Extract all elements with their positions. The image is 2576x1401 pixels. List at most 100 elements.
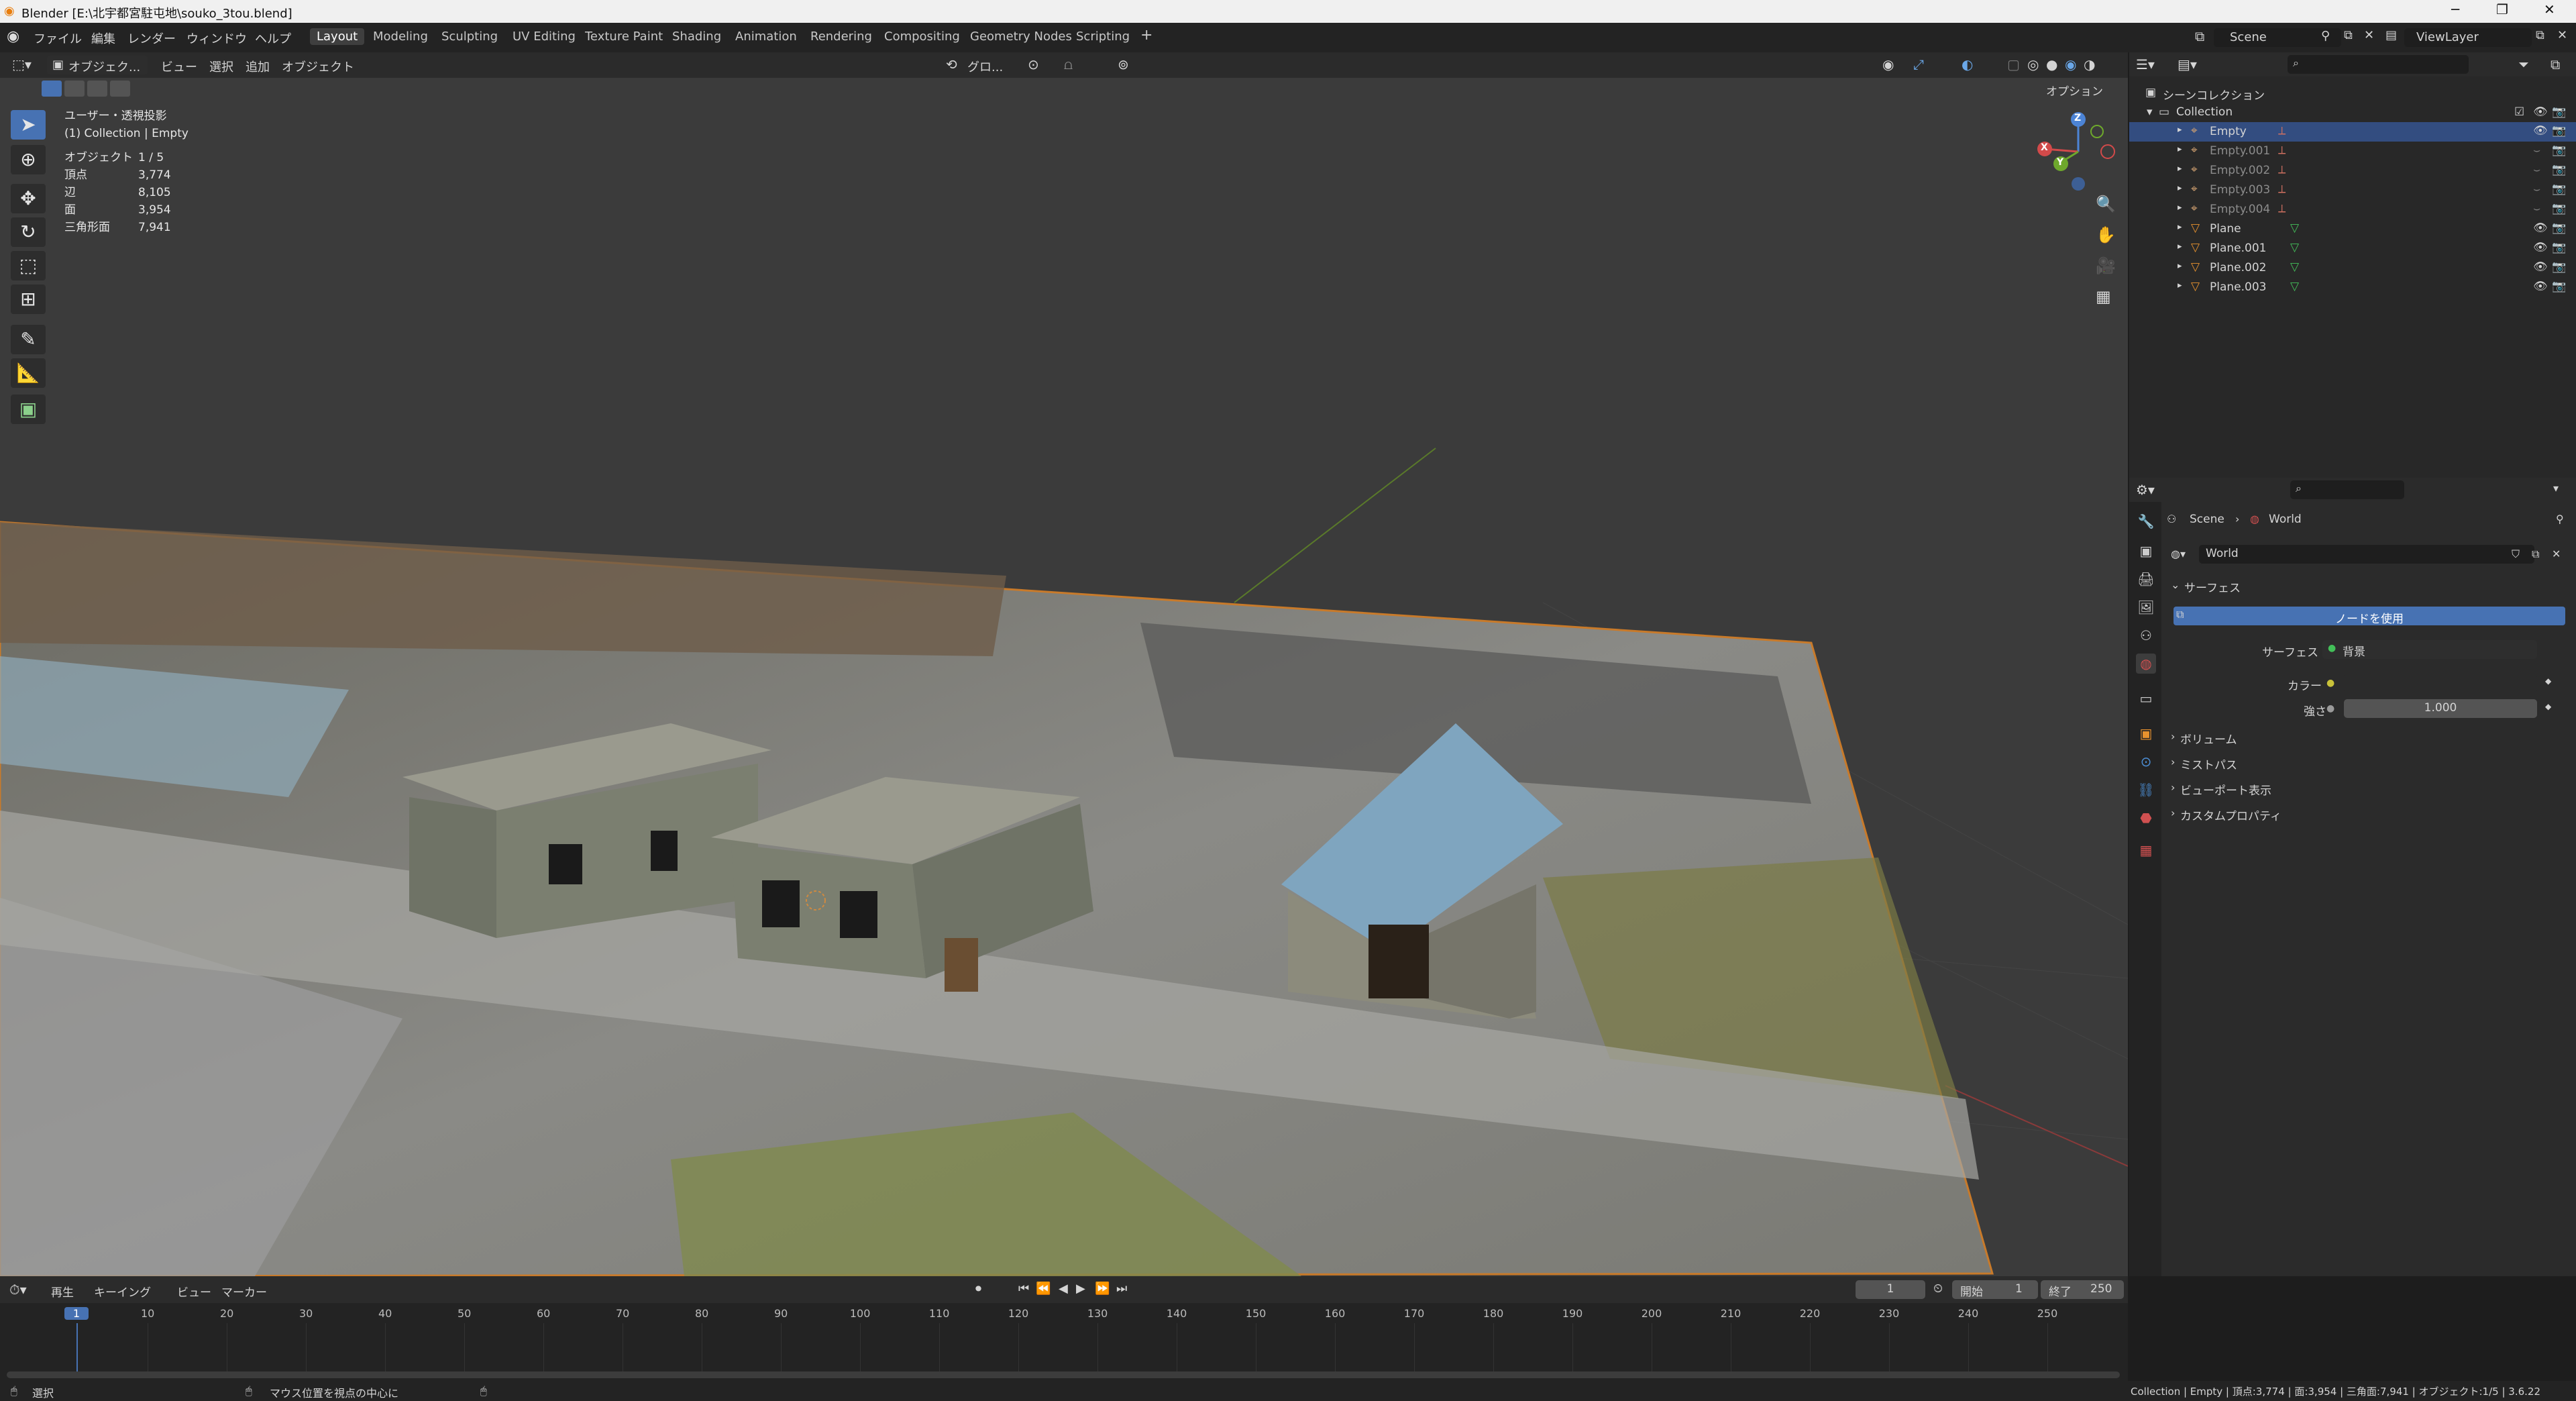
jump-start-icon[interactable]: ⏮ <box>1018 1282 1029 1296</box>
exclude-checkbox[interactable]: ☑ <box>2514 105 2524 119</box>
jump-end-icon[interactable]: ⏭ <box>1116 1282 1127 1296</box>
viewport-menu-select[interactable]: 選択 <box>209 58 233 75</box>
rendered-shading-icon[interactable]: ◑ <box>2084 56 2095 72</box>
world-tab-icon[interactable]: ◍ <box>2136 654 2156 674</box>
xray-icon[interactable]: ▢ <box>2007 56 2020 72</box>
expand-arrow-icon[interactable]: ▸ <box>2178 203 2182 213</box>
timeline-editor-icon[interactable]: ⏱▾ <box>9 1282 27 1298</box>
outliner-item[interactable]: ▸ ▽ Plane ▽ 👁 📷 <box>2129 219 2576 239</box>
mesh-data-icon[interactable]: ▽ <box>2290 221 2299 235</box>
pivot-icon[interactable]: ⊙ <box>1028 56 1039 72</box>
viewport-menu-add[interactable]: 追加 <box>246 58 270 75</box>
physics-tab-icon[interactable]: ⊙ <box>2136 751 2156 772</box>
visibility-eye-icon[interactable]: 👁 <box>2533 241 2548 254</box>
viewport-menu-object[interactable]: オブジェクト <box>282 58 354 75</box>
start-frame-field[interactable]: 開始 1 <box>1952 1280 2038 1299</box>
scale-tool-icon[interactable]: ⬚ <box>11 251 46 280</box>
tab-layout[interactable]: Layout <box>310 28 365 45</box>
end-frame-field[interactable]: 終了 250 <box>2041 1280 2124 1299</box>
new-collection-icon[interactable]: ⧉ <box>2551 56 2560 72</box>
volume-panel-header[interactable]: › ボリューム <box>2167 727 2569 747</box>
add-workspace-button[interactable]: + <box>1134 25 1159 45</box>
filter-icon[interactable]: ⏷ <box>2518 56 2529 72</box>
collection-row[interactable]: ▾ ▭ Collection ☑ 👁 📷 <box>2129 103 2576 122</box>
expand-arrow-icon[interactable]: ▸ <box>2178 280 2182 291</box>
expand-arrow-icon[interactable]: ▸ <box>2178 222 2182 232</box>
solid-shading-icon[interactable]: ● <box>2046 56 2057 72</box>
render-camera-icon[interactable]: 📷 <box>2552 280 2566 293</box>
3d-viewport[interactable]: ⬚▾ ▣ オブジェク... ビュー 選択 追加 オブジェクト ⟲ グロ... ⊙… <box>0 52 2128 1276</box>
custom-properties-panel-header[interactable]: › カスタムプロパティ <box>2167 804 2569 824</box>
tab-rendering[interactable]: Rendering <box>804 28 879 45</box>
render-tab-icon[interactable]: ▣ <box>2136 541 2156 561</box>
outliner-item[interactable]: ▸ ⌖ Empty ⟂ 👁 📷 <box>2129 122 2576 142</box>
visibility-eye-icon[interactable]: 👁 <box>2533 105 2548 119</box>
outliner-item[interactable]: ▸ ⌖ Empty.001 ⟂ ⌣ 📷 <box>2129 142 2576 161</box>
mist-panel-header[interactable]: › ミストパス <box>2167 753 2569 773</box>
close-button[interactable]: ✕ <box>2544 1 2555 17</box>
mesh-data-icon[interactable]: ▽ <box>2290 241 2299 254</box>
scene-collection-row[interactable]: ▣ シーンコレクション <box>2129 83 2576 103</box>
select-extend-icon[interactable] <box>64 81 85 97</box>
delete-viewlayer-icon[interactable]: ✕ <box>2557 28 2567 42</box>
options-dropdown[interactable]: オプション <box>2039 79 2120 99</box>
viewport-display-panel-header[interactable]: › ビューポート表示 <box>2167 778 2569 798</box>
annotate-tool-icon[interactable]: ✎ <box>11 325 46 354</box>
new-scene-icon[interactable]: ⧉ <box>2344 28 2353 42</box>
visibility-eye-icon[interactable]: 👁 <box>2533 260 2548 274</box>
mesh-data-icon[interactable]: ▽ <box>2290 280 2299 293</box>
properties-editor-icon[interactable]: ⚙▾ <box>2136 482 2155 498</box>
delete-scene-icon[interactable]: ✕ <box>2364 28 2374 42</box>
navigation-gizmo[interactable]: Z X Y <box>2030 109 2121 196</box>
cursor-tool-icon[interactable]: ⊕ <box>11 145 46 174</box>
mesh-data-icon[interactable]: ▽ <box>2290 260 2299 274</box>
expand-arrow-icon[interactable]: ▸ <box>2178 261 2182 271</box>
properties-search-input[interactable]: ⌕ <box>2290 480 2404 499</box>
play-icon[interactable]: ▶ <box>1076 1282 1085 1296</box>
hidden-eye-icon[interactable]: ⌣ <box>2533 183 2540 196</box>
color-swatch[interactable] <box>2344 674 2537 692</box>
tab-modeling[interactable]: Modeling <box>366 28 435 45</box>
select-subtract-icon[interactable] <box>87 81 107 97</box>
viewlayer-selector[interactable]: ViewLayer <box>2404 28 2532 47</box>
tool-tab-icon[interactable]: 🔧 <box>2136 511 2156 531</box>
tab-geometry-nodes[interactable]: Geometry Nodes <box>963 28 1079 45</box>
render-camera-icon[interactable]: 📷 <box>2552 241 2566 254</box>
outliner-item[interactable]: ▸ ▽ Plane.001 ▽ 👁 📷 <box>2129 239 2576 258</box>
render-camera-icon[interactable]: 📷 <box>2552 221 2566 235</box>
menu-file[interactable]: ファイル <box>34 30 82 47</box>
timeline-menu-playback[interactable]: 再生 <box>51 1283 74 1300</box>
pin-icon[interactable]: ⚲ <box>2321 29 2330 43</box>
current-frame-field[interactable]: 1 <box>1856 1280 1925 1299</box>
image-data-icon[interactable]: ⟂ <box>2278 124 2286 138</box>
tab-uv-editing[interactable]: UV Editing <box>506 28 582 45</box>
hidden-eye-icon[interactable]: ⌣ <box>2533 163 2540 176</box>
fake-user-icon[interactable]: ⛉ <box>2512 548 2520 561</box>
hidden-eye-icon[interactable]: ⌣ <box>2533 202 2540 215</box>
outliner-item[interactable]: ▸ ▽ Plane.002 ▽ 👁 📷 <box>2129 258 2576 278</box>
outliner-item[interactable]: ▸ ⌖ Empty.002 ⟂ ⌣ 📷 <box>2129 161 2576 180</box>
display-mode-icon[interactable]: ▤▾ <box>2178 56 2197 72</box>
outliner-item[interactable]: ▸ ▽ Plane.003 ▽ 👁 📷 <box>2129 278 2576 297</box>
render-camera-icon[interactable]: 📷 <box>2552 183 2566 196</box>
record-icon[interactable]: ⏺ <box>975 1282 981 1296</box>
render-camera-icon[interactable]: 📷 <box>2552 202 2566 215</box>
outliner-item[interactable]: ▸ ⌖ Empty.003 ⟂ ⌣ 📷 <box>2129 180 2576 200</box>
blender-menu-icon[interactable]: ◉ <box>7 28 19 45</box>
visibility-eye-icon[interactable]: 👁 <box>2533 221 2548 235</box>
prev-keyframe-icon[interactable]: ⏪ <box>1036 1282 1051 1296</box>
tab-animation[interactable]: Animation <box>729 28 804 45</box>
select-box-tool-icon[interactable]: ➤ <box>11 110 46 140</box>
transform-tool-icon[interactable]: ⊞ <box>11 284 46 314</box>
hidden-eye-icon[interactable]: ⌣ <box>2533 144 2540 157</box>
expand-arrow-icon[interactable]: ▸ <box>2178 183 2182 193</box>
use-nodes-button[interactable]: ⧉ ノードを使用 <box>2174 607 2565 626</box>
snap-icon[interactable]: ⩍ <box>1064 56 1073 72</box>
perspective-grid-icon[interactable]: ▦ <box>2096 287 2111 306</box>
visibility-eye-icon[interactable]: 👁 <box>2533 280 2548 293</box>
menu-edit[interactable]: 編集 <box>91 30 115 47</box>
render-camera-icon[interactable]: 📷 <box>2552 144 2566 157</box>
tab-sculpting[interactable]: Sculpting <box>435 28 504 45</box>
data-tab-icon[interactable]: ⬣ <box>2136 808 2156 828</box>
expand-arrow-icon[interactable]: ▾ <box>2147 105 2153 119</box>
